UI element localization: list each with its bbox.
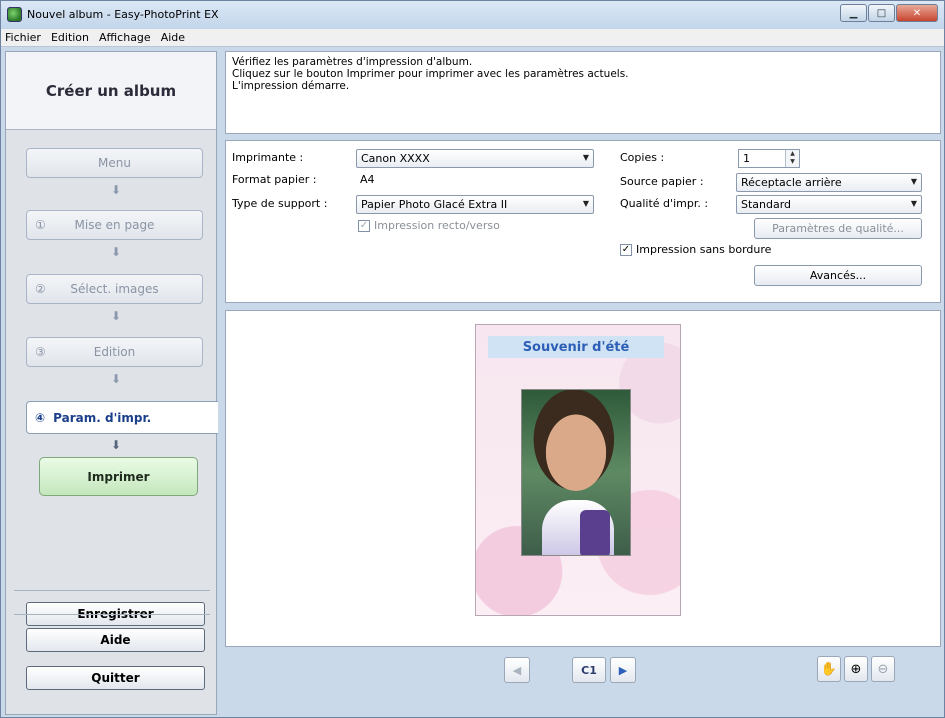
- next-page-button[interactable]: ▶: [610, 657, 636, 683]
- page-navigation: ◀ C1 ▶: [504, 657, 640, 683]
- page-indicator[interactable]: C1: [572, 657, 606, 683]
- arrow-down-icon: ⬇: [110, 309, 122, 323]
- step-layout-label: Mise en page: [74, 218, 155, 232]
- zoom-out-button[interactable]: ⊖: [871, 656, 895, 682]
- hand-tool-button[interactable]: ✋: [817, 656, 841, 682]
- step-edit-label: Edition: [93, 345, 136, 359]
- step-number-1: ①: [35, 218, 46, 232]
- duplex-checkbox[interactable]: ✓ Impression recto/verso: [358, 219, 500, 232]
- paper-source-value: Réceptacle arrière: [741, 176, 842, 189]
- print-button[interactable]: Imprimer: [39, 457, 198, 496]
- step-print-settings-current[interactable]: ④ Param. d'impr.: [26, 401, 218, 434]
- chevron-down-icon: ▼: [910, 199, 917, 208]
- arrow-down-icon: ⬇: [110, 183, 122, 197]
- zoom-in-icon: ⊕: [850, 661, 862, 677]
- menu-bar: Fichier Edition Affichage Aide: [1, 29, 944, 47]
- chevron-down-icon: ▼: [582, 153, 589, 162]
- instruction-line-2: Cliquez sur le bouton Imprimer pour impr…: [232, 68, 629, 80]
- quality-select[interactable]: Standard ▼: [736, 195, 922, 214]
- borderless-label: Impression sans bordure: [636, 243, 772, 256]
- media-type-select[interactable]: Papier Photo Glacé Extra II ▼: [356, 195, 594, 214]
- caption-buttons: ▁ □ ✕: [839, 4, 938, 22]
- preview-area: Souvenir d'été: [225, 310, 941, 647]
- app-icon: [7, 7, 22, 22]
- maximize-button[interactable]: □: [868, 4, 895, 22]
- copies-label: Copies :: [620, 151, 665, 164]
- checkbox-box: ✓: [358, 219, 370, 232]
- borderless-checkbox[interactable]: ✓ Impression sans bordure: [620, 243, 771, 256]
- previous-page-button[interactable]: ◀: [504, 657, 530, 683]
- printer-value: Canon XXXX: [361, 152, 430, 165]
- sidebar-divider: [14, 614, 210, 615]
- quality-label: Qualité d'impr. :: [620, 197, 709, 210]
- spinner-arrows-icon[interactable]: ▲ ▼: [785, 150, 799, 167]
- step-number-2: ②: [35, 282, 46, 296]
- quality-settings-button[interactable]: Paramètres de qualité...: [754, 218, 922, 239]
- media-type-label: Type de support :: [232, 197, 328, 210]
- paper-size-label: Format papier :: [232, 173, 317, 186]
- step-number-4: ④: [35, 410, 46, 425]
- menu-aide[interactable]: Aide: [161, 31, 185, 44]
- printer-select[interactable]: Canon XXXX ▼: [356, 149, 594, 168]
- minimize-button[interactable]: ▁: [840, 4, 867, 22]
- menu-affichage[interactable]: Affichage: [99, 31, 151, 44]
- step-layout-button[interactable]: ① Mise en page: [26, 210, 203, 240]
- album-page-preview: Souvenir d'été: [475, 324, 681, 616]
- hand-icon: ✋: [820, 661, 838, 677]
- paper-source-label: Source papier :: [620, 175, 704, 188]
- help-button[interactable]: Aide: [26, 628, 205, 652]
- quality-value: Standard: [741, 198, 792, 211]
- chevron-down-icon: ▼: [582, 199, 589, 208]
- app-window: Nouvel album - Easy-PhotoPrint EX ▁ □ ✕ …: [0, 0, 945, 718]
- arrow-down-icon: ⬇: [110, 438, 122, 452]
- album-photo: [521, 389, 631, 556]
- sidebar-title: Créer un album: [6, 52, 216, 130]
- arrow-down-icon: ⬇: [110, 245, 122, 259]
- zoom-out-icon: ⊖: [877, 661, 889, 677]
- step-select-images-label: Sélect. images: [70, 282, 159, 296]
- step-select-images-button[interactable]: ② Sélect. images: [26, 274, 203, 304]
- print-settings-panel: Imprimante : Canon XXXX ▼ Format papier …: [225, 140, 941, 303]
- album-title-text: Souvenir d'été: [488, 336, 664, 358]
- triangle-right-icon: ▶: [618, 663, 628, 677]
- triangle-left-icon: ◀: [512, 663, 522, 677]
- title-bar[interactable]: Nouvel album - Easy-PhotoPrint EX ▁ □ ✕: [1, 1, 944, 29]
- instruction-line-1: Vérifiez les paramètres d'impression d'a…: [232, 56, 473, 68]
- step-print-settings-label: Param. d'impr.: [53, 410, 152, 425]
- sidebar-divider: [14, 590, 210, 591]
- instruction-line-3: L'impression démarre.: [232, 80, 350, 92]
- advanced-button[interactable]: Avancés...: [754, 265, 922, 286]
- paper-size-value: A4: [360, 173, 375, 186]
- zoom-in-button[interactable]: ⊕: [844, 656, 868, 682]
- instructions-box: Vérifiez les paramètres d'impression d'a…: [225, 51, 941, 134]
- arrow-down-icon: ⬇: [110, 372, 122, 386]
- paper-source-select[interactable]: Réceptacle arrière ▼: [736, 173, 922, 192]
- copies-value: 1: [743, 152, 750, 165]
- step-menu-button[interactable]: Menu: [26, 148, 203, 178]
- window-title: Nouvel album - Easy-PhotoPrint EX: [27, 8, 219, 21]
- close-icon: ✕: [912, 7, 922, 19]
- quit-button[interactable]: Quitter: [26, 666, 205, 690]
- step-edit-button[interactable]: ③ Edition: [26, 337, 203, 367]
- step-number-3: ③: [35, 345, 46, 359]
- step-menu-label: Menu: [98, 156, 131, 170]
- minimize-icon: ▁: [849, 7, 858, 19]
- sidebar: Créer un album Menu ⬇ ① Mise en page ⬇ ②…: [5, 51, 218, 715]
- printer-label: Imprimante :: [232, 151, 304, 164]
- maximize-icon: □: [876, 7, 887, 19]
- menu-fichier[interactable]: Fichier: [5, 31, 41, 44]
- copies-stepper[interactable]: 1 ▲ ▼: [738, 149, 800, 168]
- duplex-label: Impression recto/verso: [374, 219, 500, 232]
- close-button[interactable]: ✕: [896, 4, 938, 22]
- menu-edition[interactable]: Edition: [51, 31, 89, 44]
- media-type-value: Papier Photo Glacé Extra II: [361, 198, 508, 211]
- checkbox-box: ✓: [620, 243, 632, 256]
- chevron-down-icon: ▼: [910, 177, 917, 186]
